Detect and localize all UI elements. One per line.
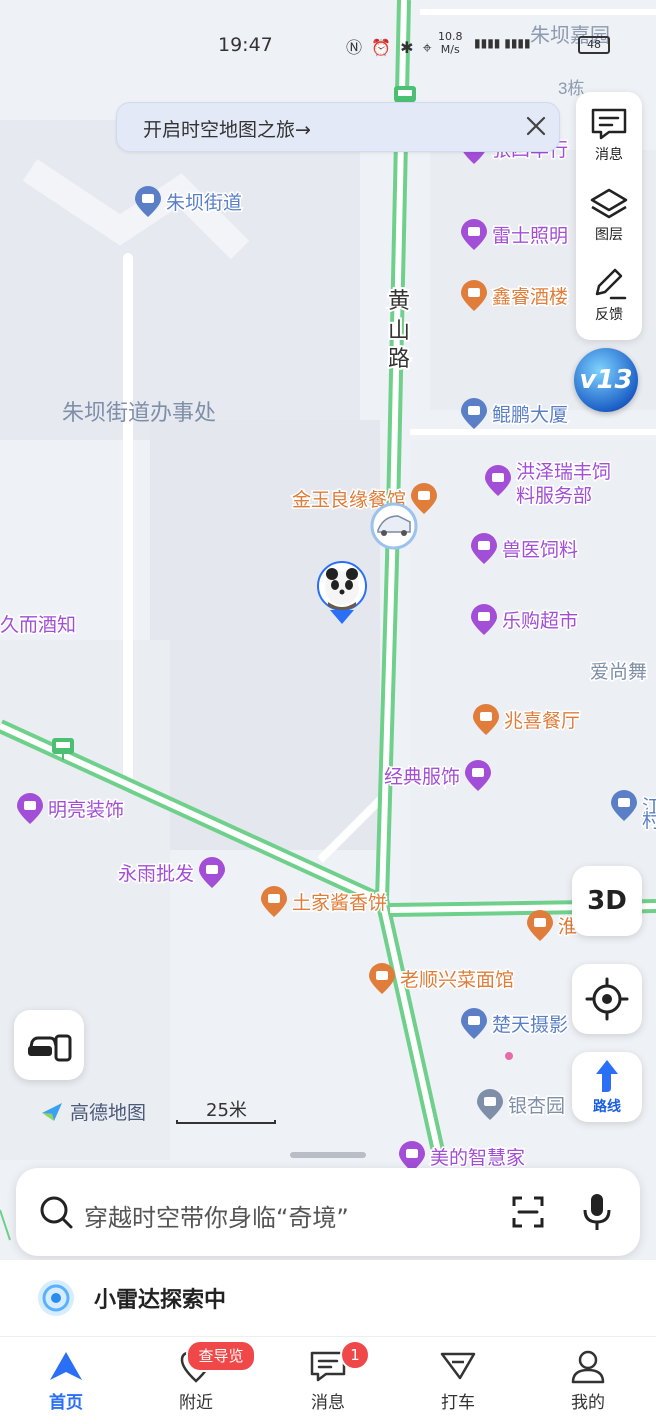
poi-label: 兽医饲料 xyxy=(502,539,578,561)
crosshair-icon xyxy=(585,977,629,1021)
level-badge[interactable]: v13 xyxy=(574,348,638,412)
radar-icon xyxy=(38,1280,74,1316)
poi-glyph-icon xyxy=(376,971,388,980)
status-icons: Ⓝ ⏰ ✱ ⌖ xyxy=(346,34,434,58)
poi-label: 久而酒知 xyxy=(0,614,76,636)
poi-glyph-icon xyxy=(534,918,546,927)
poi-label: 乐购超市 xyxy=(502,610,578,632)
poi-glyph-icon xyxy=(406,1149,418,1158)
poi-building[interactable]: 村 xyxy=(641,809,656,834)
promo-banner[interactable]: 开启时空地图之旅→ xyxy=(116,102,560,152)
poi-label: 兆喜餐厅 xyxy=(504,710,580,732)
close-icon[interactable] xyxy=(523,113,549,139)
tool-messages[interactable]: 消息 xyxy=(576,96,642,176)
location-icon: ⌖ xyxy=(422,38,434,57)
poi-label: 料服务部 xyxy=(516,485,592,507)
poi-glyph-icon xyxy=(268,894,280,903)
sheet-drag-handle[interactable] xyxy=(290,1152,366,1158)
scan-icon[interactable] xyxy=(510,1194,546,1230)
poi-glyph-icon xyxy=(24,801,36,810)
map-scale: 25米 xyxy=(176,1096,276,1126)
poi-label: 明亮装饰 xyxy=(48,799,124,821)
tab-profile[interactable]: 我的 xyxy=(538,1348,638,1418)
svg-text:路: 路 xyxy=(388,346,410,371)
poi-label: 永雨批发 xyxy=(118,863,194,885)
poi-label: 鲲鹏大厦 xyxy=(492,404,568,426)
poi-glyph-icon xyxy=(478,612,490,621)
poi-label: 朱坝街道 xyxy=(166,192,242,214)
area-label: 朱坝街道办事处 xyxy=(62,400,216,425)
scale-bar xyxy=(176,1120,276,1124)
feedback-icon xyxy=(595,268,627,300)
poi-glyph-icon xyxy=(468,227,480,236)
poi-label: 爱尚舞 xyxy=(590,661,647,683)
car-phone-icon xyxy=(28,1034,72,1062)
layers-icon xyxy=(590,188,628,219)
tabbar-divider xyxy=(0,1336,656,1337)
message-icon xyxy=(591,108,627,140)
search-input[interactable]: 穿越时空带你身临“奇境” xyxy=(84,1198,349,1233)
battery-icon: 48 xyxy=(578,36,610,54)
banner-text[interactable]: 开启时空地图之旅→ xyxy=(143,115,311,142)
radar-status-text[interactable]: 小雷达探索中 xyxy=(94,1282,226,1314)
car-phone-button[interactable] xyxy=(14,1010,84,1080)
poi-glyph-icon xyxy=(468,406,480,415)
network-speed: 10.8 M/s xyxy=(438,30,463,56)
poi-area[interactable]: 爱尚舞 xyxy=(589,660,649,685)
navigation-arrow-icon xyxy=(50,1352,82,1380)
message-count-badge: 1 xyxy=(340,1340,370,1370)
poi-label: 村 xyxy=(642,810,656,832)
map-tools-panel: 消息 图层 反馈 xyxy=(576,92,642,340)
alarm-icon: ⏰ xyxy=(371,38,394,57)
poi-glyph-icon xyxy=(468,1016,480,1025)
poi-label: 老顺兴菜面馆 xyxy=(400,969,514,991)
poi-glyph-icon xyxy=(480,712,492,721)
tool-feedback[interactable]: 反馈 xyxy=(576,256,642,336)
poi-glyph-icon xyxy=(472,768,484,777)
tab-taxi[interactable]: 打车 xyxy=(408,1348,508,1418)
poi-label: 美的智慧家 xyxy=(430,1147,525,1169)
search-icon xyxy=(40,1196,73,1229)
poi-label: 经典服饰 xyxy=(384,766,460,788)
signal-icon: ▮▮▮▮ ▮▮▮▮ xyxy=(474,36,531,50)
road-label: 黄 xyxy=(388,288,410,313)
route-button[interactable]: 路线 xyxy=(572,1052,642,1122)
poi-label: 楚天摄影 xyxy=(492,1014,568,1036)
car-location-marker[interactable] xyxy=(370,502,418,550)
route-arrow-icon xyxy=(596,1060,618,1092)
poi-glyph-icon xyxy=(142,194,154,203)
amap-logo: 高德地图 xyxy=(40,1098,146,1125)
poi-label: 银杏园 xyxy=(508,1095,565,1117)
amap-logo-icon xyxy=(42,1103,62,1121)
tab-home[interactable]: 首页 xyxy=(16,1348,116,1418)
poi-glyph-icon xyxy=(468,288,480,297)
locate-button[interactable] xyxy=(572,964,642,1034)
status-time: 19:47 xyxy=(218,34,273,56)
user-icon xyxy=(571,1350,605,1384)
poi-glyph-icon xyxy=(484,1097,496,1106)
search-bar[interactable]: 穿越时空带你身临“奇境” xyxy=(16,1168,640,1256)
3d-toggle-button[interactable]: 3D xyxy=(572,866,642,936)
poi-glyph-icon xyxy=(418,491,430,500)
poi-glyph-icon xyxy=(206,865,218,874)
poi-label: 雷士照明 xyxy=(492,225,568,247)
tool-layers[interactable]: 图层 xyxy=(576,176,642,256)
microphone-icon[interactable] xyxy=(580,1192,614,1232)
poi-shop[interactable]: 久而酒知 xyxy=(0,613,78,638)
poi-label: 鑫睿酒楼 xyxy=(492,286,568,308)
poi-glyph-icon xyxy=(478,541,490,550)
poi-label: 洪泽瑞丰饲 xyxy=(516,461,611,483)
nearby-guide-badge: 查导览 xyxy=(186,1340,256,1372)
poi-label: 土家酱香饼 xyxy=(292,892,387,914)
taxi-flag-icon xyxy=(440,1352,476,1380)
svg-text:山: 山 xyxy=(388,318,410,343)
bluetooth-icon: ✱ xyxy=(400,38,416,57)
status-bar: 19:47 Ⓝ ⏰ ✱ ⌖ 10.8 M/s ▮▮▮▮ ▮▮▮▮ 48 xyxy=(0,0,656,92)
nfc-icon: Ⓝ xyxy=(346,38,365,57)
poi-glyph-icon xyxy=(492,473,504,482)
poi-glyph-icon xyxy=(618,798,630,807)
